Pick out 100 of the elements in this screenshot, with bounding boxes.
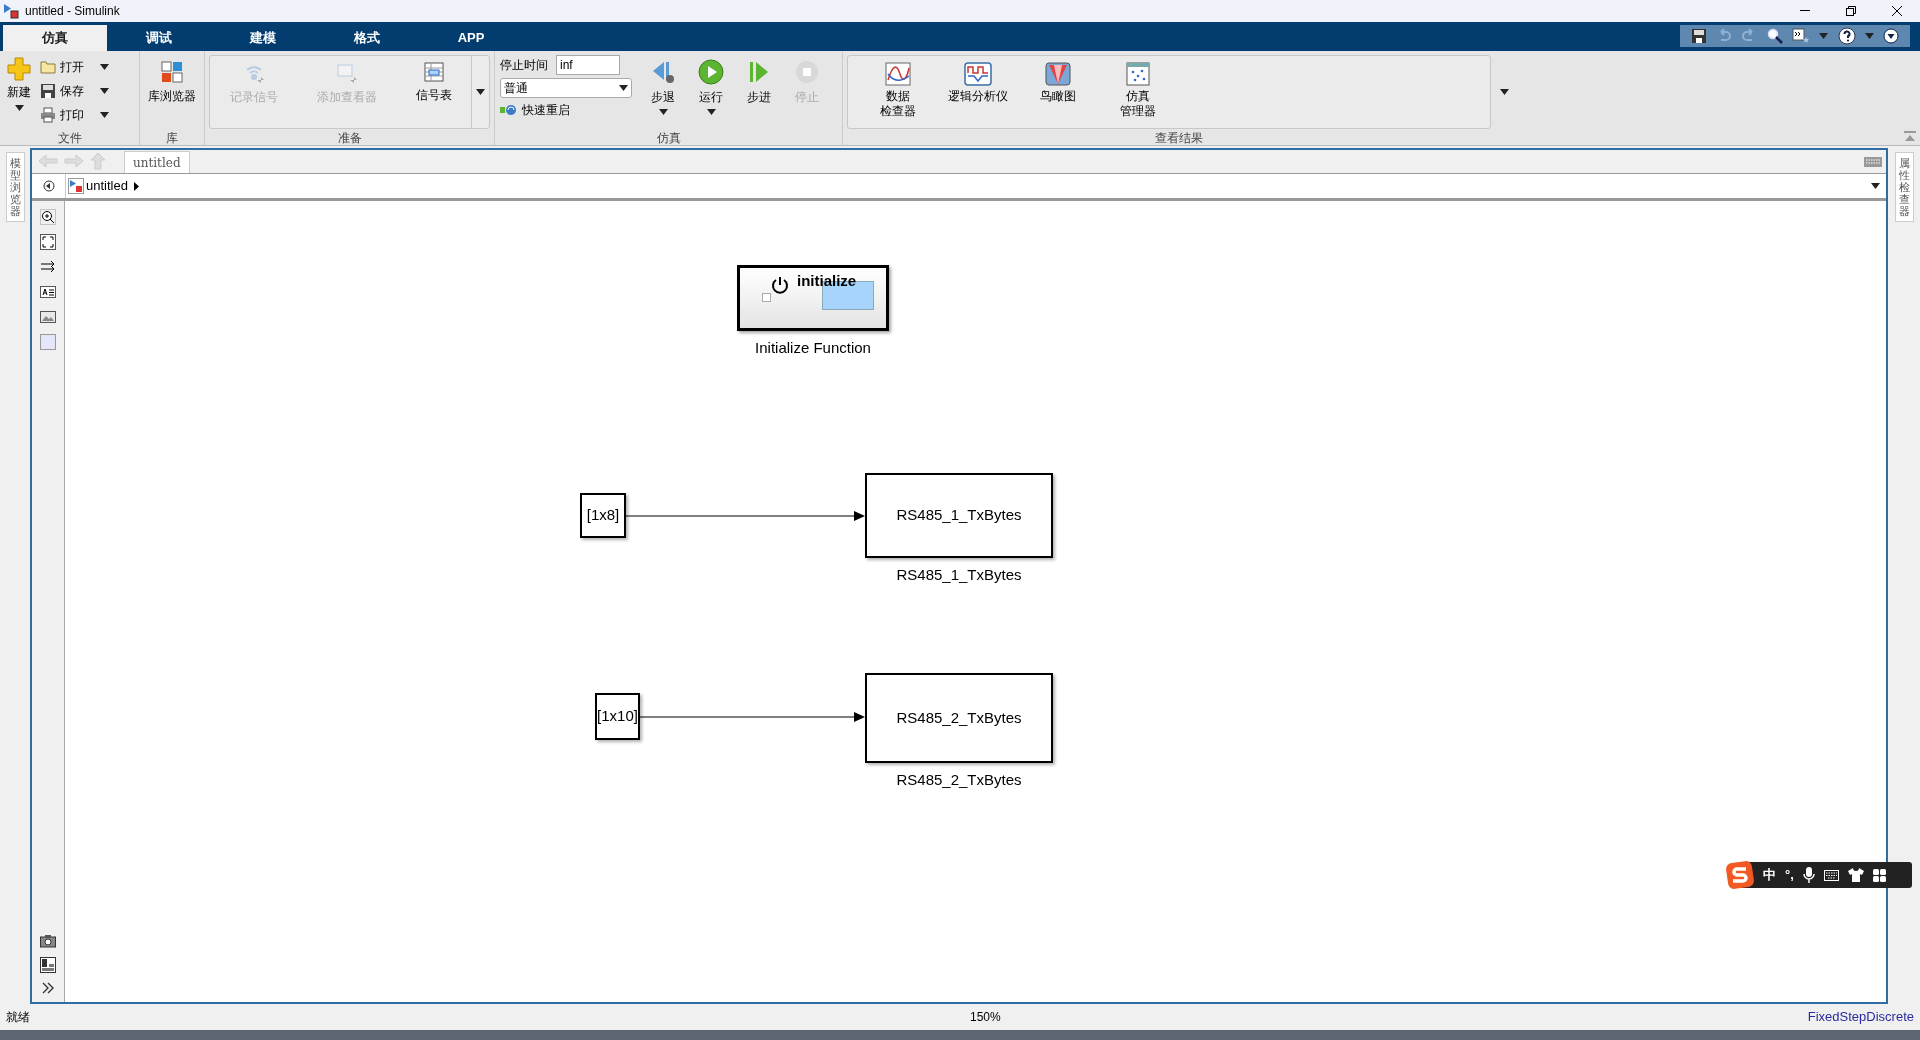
fit-view-icon[interactable] bbox=[40, 234, 56, 250]
constant-block[interactable]: [1x8] bbox=[580, 493, 626, 538]
caret-icon bbox=[1864, 33, 1874, 39]
shirt-icon[interactable] bbox=[1847, 868, 1864, 882]
solver-link[interactable]: FixedStepDiscrete bbox=[1807, 1007, 1914, 1027]
review-button[interactable]: 鸟瞰图 bbox=[1028, 62, 1088, 128]
run-icon bbox=[698, 59, 724, 85]
zoom-in-icon[interactable] bbox=[40, 209, 56, 225]
simulation-button[interactable]: 步进 bbox=[742, 55, 776, 131]
ribbon-tab[interactable]: 调试 bbox=[107, 25, 211, 51]
block-label: Initialize Function bbox=[755, 338, 871, 358]
restore-icon bbox=[1846, 6, 1856, 16]
save-icon bbox=[40, 83, 56, 99]
text-annotation-icon[interactable] bbox=[40, 284, 56, 300]
fast-restart-button[interactable]: 快速重启 bbox=[500, 101, 632, 119]
caret-icon bbox=[100, 112, 109, 118]
caret-icon bbox=[1499, 89, 1509, 95]
model-tab[interactable]: untitled bbox=[124, 151, 190, 173]
status-text: 就绪 bbox=[6, 1009, 30, 1026]
caret-icon bbox=[14, 105, 24, 111]
caret-icon bbox=[476, 89, 485, 95]
plus-icon bbox=[7, 57, 31, 81]
review-button[interactable]: 数据 检查器 bbox=[868, 62, 928, 128]
simulation-button[interactable]: 运行 bbox=[694, 55, 728, 131]
save-icon[interactable] bbox=[1690, 28, 1707, 44]
viewer-icon bbox=[335, 62, 358, 84]
hide-bar-icon[interactable] bbox=[42, 180, 55, 192]
image-icon[interactable] bbox=[40, 309, 56, 325]
microphone-icon[interactable] bbox=[1802, 867, 1815, 883]
gallery-button[interactable]: 信号表 bbox=[415, 62, 452, 128]
ribbon-tab[interactable]: 仿真 bbox=[3, 25, 107, 51]
app-icon bbox=[3, 3, 19, 19]
file-menu-button[interactable]: 保存 bbox=[40, 81, 109, 101]
breadcrumb-arrow-icon bbox=[133, 181, 139, 191]
printer-icon bbox=[40, 107, 56, 123]
keyboard-icon bbox=[1864, 157, 1882, 167]
grid-icon[interactable] bbox=[1872, 868, 1886, 882]
search-icon[interactable] bbox=[1766, 28, 1783, 44]
caret-icon bbox=[1871, 183, 1880, 189]
caret-icon bbox=[100, 88, 109, 94]
stop-time-label: 停止时间 bbox=[500, 57, 548, 74]
stop-time-field[interactable]: inf bbox=[556, 55, 620, 75]
dropdown-circle-icon[interactable] bbox=[1883, 28, 1900, 44]
simulation-button[interactable]: 步退 bbox=[646, 55, 680, 131]
waveform-icon bbox=[964, 62, 992, 86]
signal-arrow[interactable] bbox=[626, 509, 865, 522]
table-icon bbox=[423, 62, 444, 82]
folder-icon bbox=[40, 60, 56, 74]
review-button[interactable]: 仿真 管理器 bbox=[1108, 62, 1168, 128]
caret-icon bbox=[100, 64, 109, 70]
constant-block[interactable]: [1x10] bbox=[595, 693, 640, 740]
port-square bbox=[762, 293, 771, 302]
caret-icon bbox=[619, 85, 628, 91]
ribbon-tab[interactable]: 建模 bbox=[211, 25, 315, 51]
power-icon bbox=[770, 275, 790, 295]
subsystem-block[interactable]: RS485_1_TxBytes bbox=[865, 473, 1053, 558]
shortcut-icon[interactable] bbox=[1791, 28, 1810, 44]
caret-icon bbox=[1819, 33, 1829, 39]
file-menu-button[interactable]: 打开 bbox=[40, 57, 109, 77]
graph-icon bbox=[885, 62, 911, 86]
help-icon[interactable] bbox=[1837, 27, 1856, 45]
review-button[interactable]: 逻辑分析仪 bbox=[948, 62, 1008, 128]
block-label: RS485_2_TxBytes bbox=[896, 770, 1022, 790]
breadcrumb-link[interactable]: untitled bbox=[86, 176, 128, 196]
library-browser-button[interactable]: 库浏览器 bbox=[148, 61, 196, 131]
block-label: RS485_1_TxBytes bbox=[896, 565, 1022, 585]
expand-icon[interactable] bbox=[42, 982, 54, 994]
section-title: 文件 bbox=[56, 131, 83, 145]
model-icon bbox=[68, 178, 84, 194]
section-title: 库 bbox=[165, 131, 179, 145]
ribbon-tab[interactable]: APP bbox=[419, 25, 523, 51]
section-title: 查看结果 bbox=[1154, 131, 1204, 145]
section-title: 准备 bbox=[336, 131, 363, 145]
caret-icon bbox=[706, 109, 716, 115]
new-button[interactable]: 新建 bbox=[4, 57, 34, 131]
blocks-icon bbox=[161, 61, 183, 83]
subsystem-block[interactable]: RS485_2_TxBytes bbox=[865, 673, 1053, 763]
model-browser-tab[interactable]: 模型浏览器 bbox=[5, 152, 25, 223]
manager-icon bbox=[1126, 62, 1150, 86]
stop-icon bbox=[794, 59, 820, 85]
zoom-level: 150% bbox=[970, 1009, 1001, 1026]
caret-icon bbox=[658, 109, 668, 115]
camera-icon[interactable] bbox=[40, 934, 56, 948]
initialize-block[interactable]: initialize bbox=[737, 265, 889, 331]
simulation-mode-dropdown[interactable]: 普通 bbox=[500, 78, 632, 98]
input-mode-text[interactable]: 中 bbox=[1763, 865, 1776, 885]
report-icon[interactable] bbox=[40, 957, 56, 973]
window-title: untitled - Simulink bbox=[25, 3, 120, 20]
property-inspector-tab[interactable]: 属性检查器 bbox=[1894, 152, 1914, 223]
ribbon-tab[interactable]: 格式 bbox=[315, 25, 419, 51]
keyboard-icon[interactable] bbox=[1823, 869, 1839, 881]
punctuation-text[interactable]: °, bbox=[1785, 865, 1794, 885]
close-icon bbox=[1892, 6, 1902, 16]
file-menu-button[interactable]: 打印 bbox=[40, 105, 109, 125]
arrows-icon[interactable] bbox=[40, 259, 56, 275]
signal-arrow[interactable] bbox=[640, 710, 865, 723]
block-text: initialize bbox=[797, 273, 857, 288]
section-title: 仿真 bbox=[655, 131, 682, 145]
minimize-icon bbox=[1800, 10, 1810, 12]
ime-logo-icon[interactable] bbox=[1726, 861, 1754, 889]
